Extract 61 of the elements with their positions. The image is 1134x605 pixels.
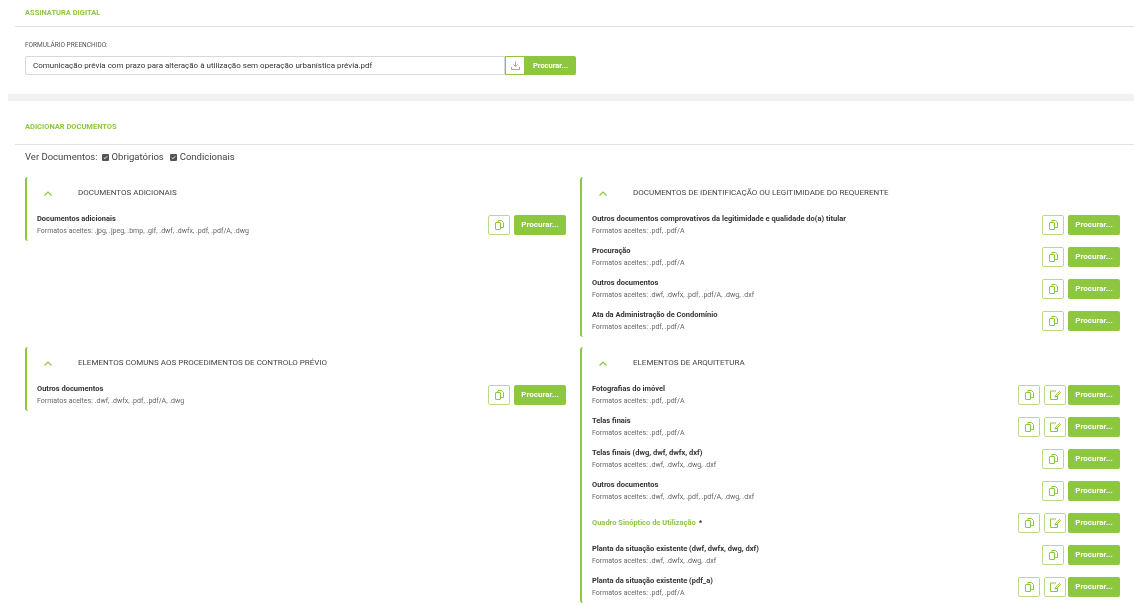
sign-button[interactable]: [1044, 513, 1066, 533]
copy-icon: [1048, 220, 1058, 230]
copy-icon: [1048, 550, 1058, 560]
copy-button[interactable]: [488, 215, 510, 235]
browse-button[interactable]: Procurar...: [1068, 247, 1120, 267]
copy-icon: [1048, 316, 1058, 326]
chevron-icon[interactable]: [599, 190, 607, 196]
copy-button[interactable]: [1042, 311, 1064, 331]
browse-button[interactable]: Procurar...: [1068, 449, 1120, 469]
browse-button[interactable]: Procurar...: [514, 215, 566, 235]
copy-icon: [1024, 518, 1034, 528]
copy-icon: [1048, 284, 1058, 294]
download-button[interactable]: [505, 56, 525, 76]
copy-icon: [1048, 486, 1058, 496]
copy-button[interactable]: [1042, 449, 1064, 469]
filter-checkbox[interactable]: Condicionais: [169, 151, 235, 163]
browse-button[interactable]: Procurar...: [1068, 577, 1120, 597]
copy-button[interactable]: [1042, 215, 1064, 235]
file-name-field[interactable]: Comunicação prévia com prazo para alteração à utilização sem operação urbanística prévia.pdf: [25, 56, 505, 76]
copy-button[interactable]: [1042, 279, 1064, 299]
sign-button[interactable]: [1044, 417, 1066, 437]
chevron-icon[interactable]: [44, 360, 52, 366]
browse-button[interactable]: Procurar...: [1068, 513, 1120, 533]
document-pen-icon: [1049, 390, 1061, 400]
panel-title: DOCUMENTOS ADICIONAIS: [78, 188, 177, 198]
panel-title: ELEMENTOS COMUNS AOS PROCEDIMENTOS DE CONTROLO PRÉVIO: [78, 358, 327, 368]
copy-icon: [1048, 252, 1058, 262]
chevron-icon[interactable]: [599, 360, 607, 366]
copy-icon: [1024, 422, 1034, 432]
copy-button[interactable]: [1042, 247, 1064, 267]
copy-button[interactable]: [1018, 385, 1040, 405]
filter-checkbox[interactable]: Obrigatórios: [101, 151, 164, 163]
sign-button[interactable]: [1044, 577, 1066, 597]
copy-button[interactable]: [488, 385, 510, 405]
browse-button[interactable]: Procurar...: [1068, 385, 1120, 405]
copy-icon: [1048, 454, 1058, 464]
document-pen-icon: [1049, 518, 1061, 528]
browse-button[interactable]: Procurar...: [1068, 481, 1120, 501]
panel-title: DOCUMENTOS DE IDENTIFICAÇÃO OU LEGITIMIDADE DO REQUERENTE: [633, 188, 889, 198]
document-pen-icon: [1049, 422, 1061, 432]
browse-button[interactable]: Procurar...: [1068, 311, 1120, 331]
copy-icon: [494, 390, 504, 400]
chevron-icon[interactable]: [44, 190, 52, 196]
filter-label: Ver Documentos:: [25, 151, 98, 163]
browse-button[interactable]: Procurar...: [1068, 417, 1120, 437]
panel-title: ELEMENTOS DE ARQUITETURA: [633, 358, 745, 368]
browse-button[interactable]: Procurar...: [514, 385, 566, 405]
copy-icon: [1024, 390, 1034, 400]
copy-button[interactable]: [1018, 577, 1040, 597]
copy-button[interactable]: [1018, 417, 1040, 437]
copy-button[interactable]: [1042, 545, 1064, 565]
copy-button[interactable]: [1018, 513, 1040, 533]
copy-button[interactable]: [1042, 481, 1064, 501]
sign-button[interactable]: [1044, 385, 1066, 405]
document-pen-icon: [1049, 582, 1061, 592]
download-icon: [510, 61, 520, 71]
browse-button[interactable]: Procurar...: [1068, 279, 1120, 299]
copy-icon: [1024, 582, 1034, 592]
copy-icon: [494, 220, 504, 230]
browse-button[interactable]: Procurar...: [1068, 215, 1120, 235]
browse-button[interactable]: Procurar...: [1068, 545, 1120, 565]
